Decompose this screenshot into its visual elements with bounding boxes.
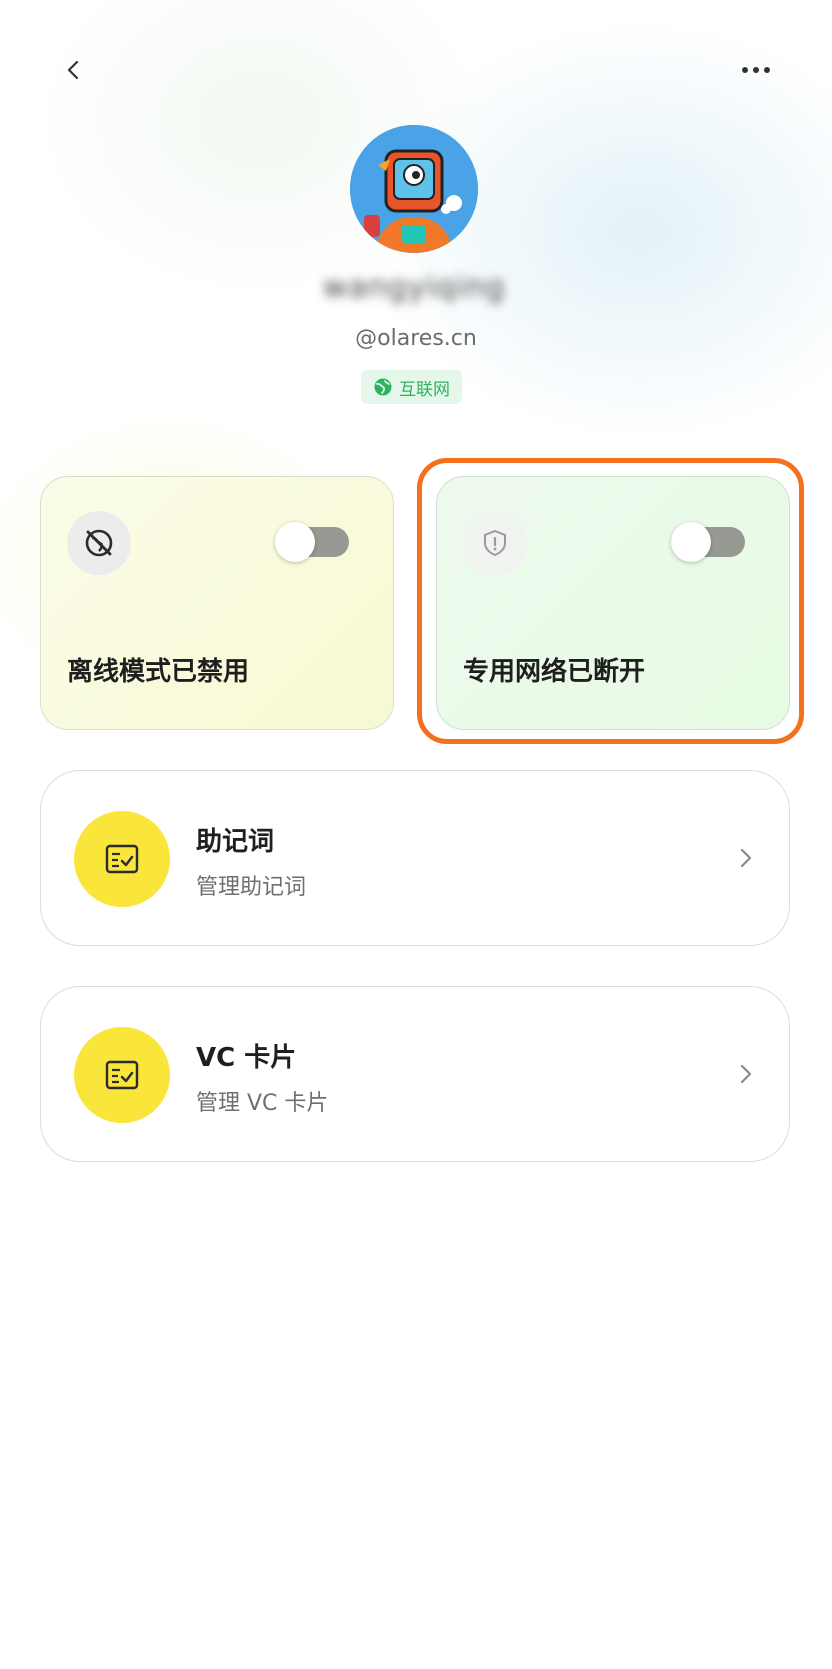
toggle-knob (671, 522, 711, 562)
offline-mode-toggle[interactable] (275, 522, 349, 562)
user-domain: @olares.cn (355, 326, 477, 351)
chevron-right-icon (731, 843, 761, 873)
network-badge-label: 互联网 (399, 379, 450, 400)
mnemonic-row[interactable]: 助记词 管理助记词 (40, 770, 790, 946)
avatar (350, 125, 478, 253)
toggle-knob (275, 522, 315, 562)
mnemonic-title: 助记词 (196, 827, 275, 857)
shield-alert-icon (463, 511, 527, 575)
network-status-badge: 互联网 (361, 370, 462, 404)
offline-globe-icon (67, 511, 131, 575)
vc-card-subtitle: 管理 VC 卡片 (196, 1091, 329, 1116)
back-button[interactable] (52, 48, 96, 92)
chevron-left-icon (67, 60, 79, 80)
private-network-toggle[interactable] (671, 522, 745, 562)
private-network-label: 专用网络已断开 (463, 657, 646, 687)
more-horizontal-icon (742, 67, 770, 73)
private-network-tile: 专用网络已断开 (436, 476, 790, 730)
robot-avatar-illustration (350, 125, 478, 253)
offline-mode-label: 离线模式已禁用 (67, 657, 250, 687)
vc-card-title: VC 卡片 (196, 1043, 297, 1073)
mnemonic-subtitle: 管理助记词 (196, 875, 307, 900)
globe-icon (374, 378, 392, 396)
username: wangyiqing (322, 270, 506, 305)
checklist-icon (74, 811, 170, 907)
top-bar (0, 0, 832, 140)
vc-card-row[interactable]: VC 卡片 管理 VC 卡片 (40, 986, 790, 1162)
checklist-icon (74, 1027, 170, 1123)
chevron-right-icon (731, 1059, 761, 1089)
more-options-button[interactable] (734, 48, 778, 92)
offline-mode-tile: 离线模式已禁用 (40, 476, 394, 730)
